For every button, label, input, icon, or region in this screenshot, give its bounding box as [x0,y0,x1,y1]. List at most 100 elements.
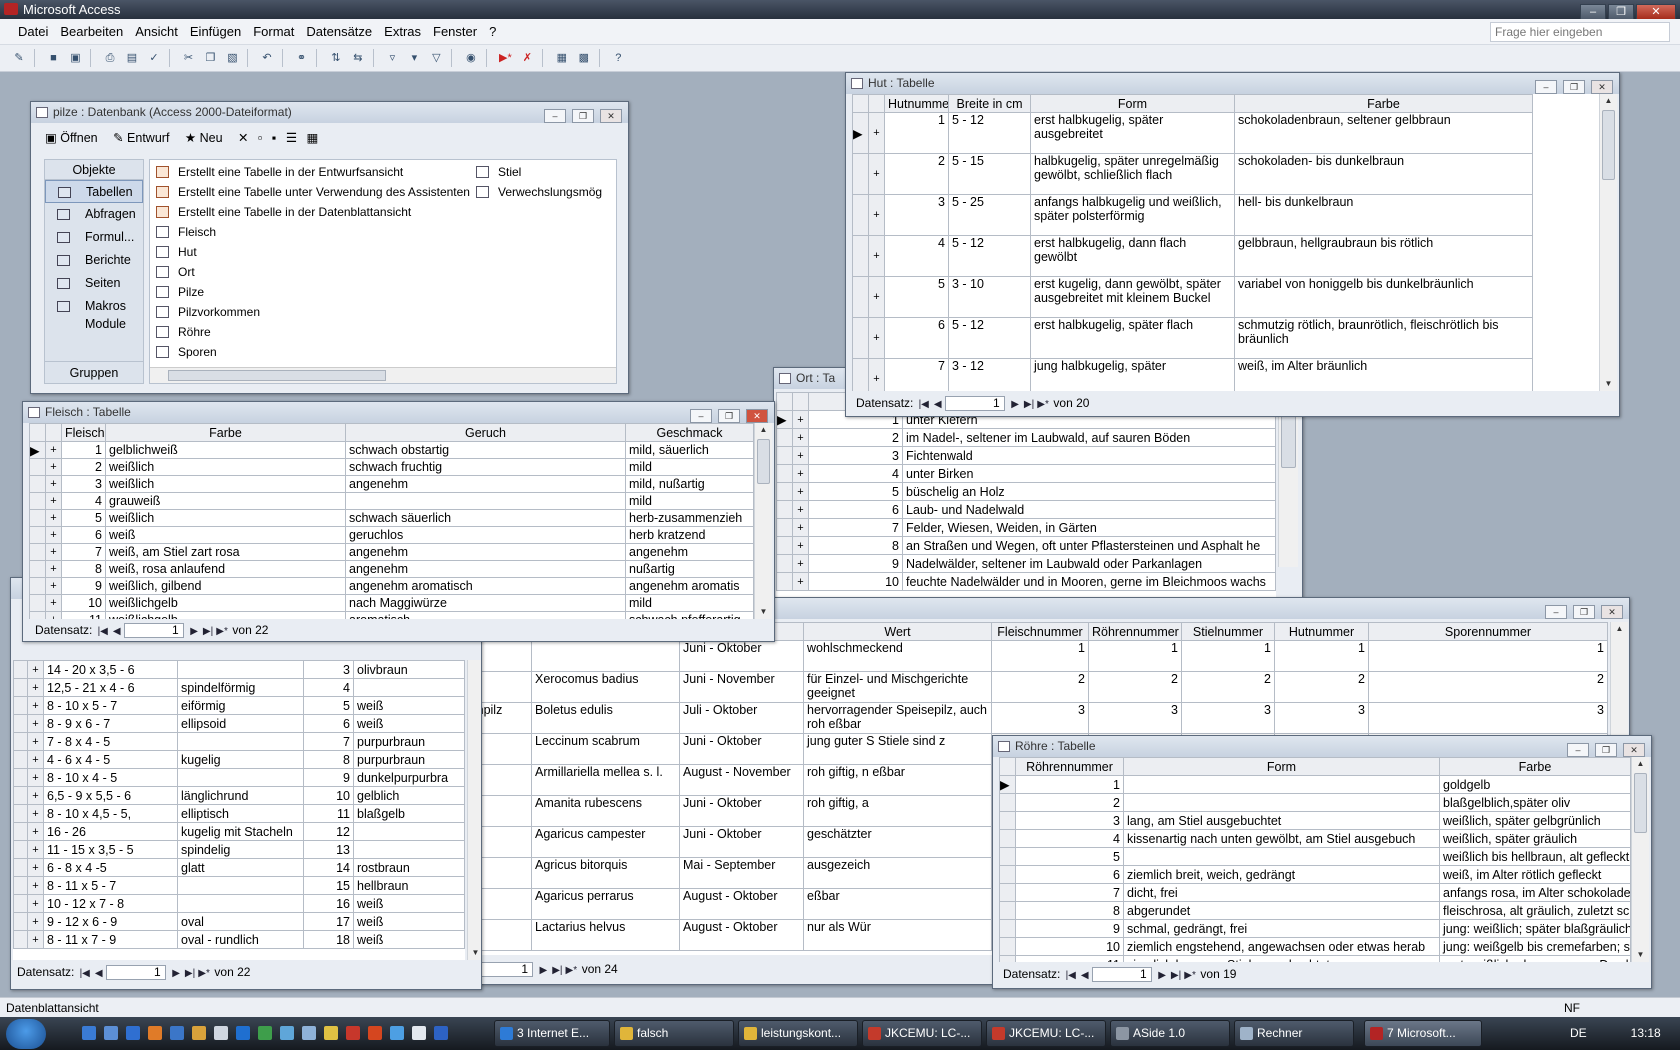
roehre-minimize-button[interactable]: – [1567,743,1589,757]
table-row[interactable]: +3 5 - 25 anfangs halbkugelig und weißlich… [852,194,1599,236]
table-cell[interactable] [177,732,304,751]
table-row[interactable]: +7 weiß, am Stiel zart rosa angenehm angene… [29,543,754,561]
table-cell[interactable]: feuchte Nadelwälder und in Mooren, gerne… [902,572,1276,591]
table-cell[interactable]: 3 - 12 [948,358,1031,391]
table-row[interactable]: +4 5 - 12 erst halbkugelig, dann flach gew… [852,235,1599,277]
table-cell[interactable]: hell- bis dunkelbraun [1234,194,1533,236]
table-row[interactable]: 4 kissenartig nach unten gewölbt, am Stie… [999,829,1631,848]
table-cell[interactable]: weißlich [105,475,346,493]
record-selector[interactable] [999,811,1016,830]
table-row[interactable]: +2 weißlich schwach fruchtig mild [29,458,754,476]
record-selector[interactable] [13,660,28,679]
spelling-icon[interactable]: ✓ [145,49,163,67]
table-cell[interactable]: weiß, im Alter bräunlich [1234,358,1533,391]
table-cell[interactable]: weiß [353,930,465,949]
record-selector[interactable] [999,793,1016,812]
table-cell[interactable]: 9 [808,554,903,573]
table-cell[interactable]: 3 [1274,702,1369,734]
record-selector[interactable] [13,696,28,715]
table-cell[interactable]: 7 [61,543,106,561]
table-cell[interactable]: rostbraun [353,858,465,877]
delete-record-icon[interactable]: ✗ [518,49,536,67]
table-cell[interactable]: weiß, am Stiel zart rosa [105,543,346,561]
internet-explorer-icon[interactable] [236,1026,250,1040]
table-cell[interactable]: Laub- und Nadelwald [902,500,1276,519]
table-cell[interactable]: länglichrund [177,786,304,805]
expand-icon[interactable]: + [792,536,809,555]
table-cell[interactable]: weißlichgelb [105,611,346,619]
column-header[interactable]: Röhrennummer [1088,622,1182,641]
table-cell[interactable] [353,822,465,841]
record-selector[interactable] [999,955,1016,962]
object-list-hscroll[interactable] [150,367,616,383]
table-cell[interactable]: August - Oktober [679,888,804,920]
table-row[interactable]: +8 - 10 x 5 - 7 eiförmig 5 weiß [13,696,465,715]
table-cell[interactable]: jung: weißlich; später blaßgräulich; [1439,919,1631,938]
filter-selection-icon[interactable]: ▿ [383,49,401,67]
column-header[interactable]: Form [1030,94,1235,113]
table-cell[interactable]: 12 [303,822,354,841]
table-cell[interactable]: 18 [303,930,354,949]
table-cell[interactable]: August - November [679,764,804,796]
table-row[interactable]: +8 an Straßen und Wegen, oft unter Pflast… [776,536,1276,555]
table-cell[interactable]: 5 - 12 [948,235,1031,277]
table-cell[interactable]: Agaricus perrarus [531,888,680,920]
menu-ansicht[interactable]: Ansicht [129,19,184,45]
expand-icon[interactable]: + [868,358,885,391]
table-cell[interactable]: spindelförmig [177,678,304,697]
record-selector[interactable] [29,492,46,510]
new-record-button[interactable]: ▶* [1036,395,1050,414]
table-cell[interactable]: weiß [353,912,465,931]
table-row[interactable]: ronenröhrlingXerocomus badiusJuni - Nove… [383,671,1608,703]
expand-icon[interactable]: + [45,611,62,619]
expand-icon[interactable]: + [868,112,885,154]
folder-icon[interactable] [192,1026,206,1040]
table-cell[interactable]: 2 [991,671,1089,703]
table-row[interactable]: +6 - 8 x 4 -5 glatt 14 rostbraun [13,858,465,877]
record-selector[interactable] [776,500,793,519]
table-cell[interactable]: 8 - 10 x 4,5 - 5, [43,804,178,823]
table-cell[interactable] [1123,793,1440,812]
record-selector[interactable] [999,937,1016,956]
sidebar-item-seiten[interactable]: Seiten [45,272,143,295]
table-cell[interactable]: 11 [303,804,354,823]
table-cell[interactable]: 2 [1181,671,1275,703]
task-aside[interactable]: ASide 1.0 [1110,1020,1230,1047]
table-cell[interactable]: Xerocomus badius [531,671,680,703]
table-row[interactable]: +11 - 15 x 3,5 - 5 spindelig 13 [13,840,465,859]
table-cell[interactable]: Boletus edulis [531,702,680,734]
expand-icon[interactable]: + [792,428,809,447]
expand-icon[interactable]: + [45,560,62,578]
table-cell[interactable]: 2 [1088,671,1182,703]
table-cell[interactable]: unter Birken [902,464,1276,483]
delete-icon[interactable]: ✕ [238,127,248,149]
table-row[interactable]: +8 weiß, rosa anlaufend angenehm nußartig [29,560,754,578]
table-cell[interactable]: nur als Wür [803,919,992,951]
table-cell[interactable]: 6 [61,526,106,544]
table-cell[interactable]: schwach obstartig [345,441,626,459]
design-button[interactable]: ✎ Entwurf [113,127,175,149]
record-selector[interactable]: ▶ [999,775,1016,794]
table-cell[interactable]: Agricus bitorquis [531,857,680,889]
table-cell[interactable]: geschätzter [803,826,992,858]
table-cell[interactable]: erst halbkugelig, später ausgebreitet [1030,112,1235,154]
open-button[interactable]: ▣ Öffnen [45,127,104,149]
table-cell[interactable]: geruchlos [345,526,626,544]
table-cell[interactable]: 1 [1088,640,1182,672]
expand-icon[interactable]: + [27,696,44,715]
expand-icon[interactable]: + [27,750,44,769]
details-view-icon[interactable]: ▦ [307,127,319,149]
table-row[interactable]: +3 Fichtenwald [776,446,1276,465]
table-cell[interactable]: kugelig mit Stacheln [177,822,304,841]
table-cell[interactable]: 4 [303,678,354,697]
record-selector[interactable] [13,840,28,859]
table-cell[interactable]: 1 [1274,640,1369,672]
record-number-input[interactable]: 1 [473,962,533,978]
table-cell[interactable]: 4 [884,235,949,277]
expand-icon[interactable]: + [45,509,62,527]
first-record-button[interactable]: |◀ [917,395,931,414]
expand-icon[interactable]: + [45,475,62,493]
expand-icon[interactable]: + [792,482,809,501]
expand-icon[interactable]: + [27,894,44,913]
record-selector[interactable] [776,446,793,465]
